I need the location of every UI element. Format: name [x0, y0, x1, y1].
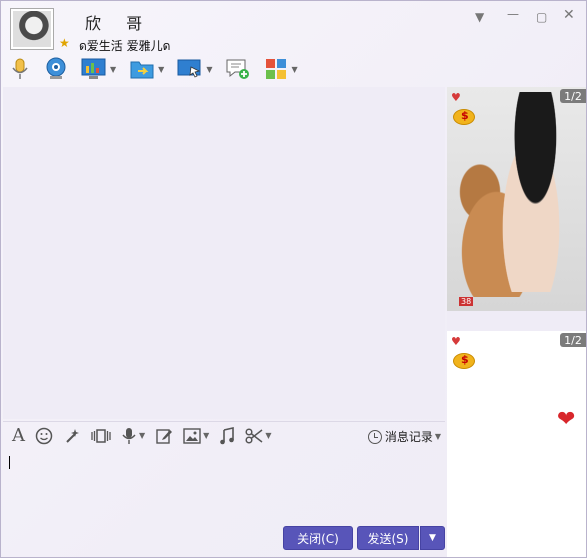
apps-grid-icon	[266, 59, 287, 79]
screenshot-button[interactable]: ▼	[245, 427, 271, 445]
minimize-icon[interactable]: —	[507, 7, 519, 21]
show-page-badge: 1/2	[560, 333, 586, 347]
piggy-bank-icon	[453, 353, 475, 369]
chart-screen-icon	[81, 58, 106, 79]
close-button[interactable]: 关闭(C)	[283, 526, 353, 550]
image-icon	[183, 427, 201, 444]
history-label: 消息记录	[384, 430, 433, 444]
font-button[interactable]: A	[12, 425, 25, 446]
message-history-button[interactable]: 消息记录 ▼	[367, 428, 441, 445]
chevron-down-icon: ▼	[429, 533, 436, 543]
window-dropdown-icon[interactable]: ▼	[475, 10, 484, 24]
voice-call-button[interactable]	[9, 57, 31, 81]
send-button[interactable]: 发送(S)	[357, 526, 419, 550]
screen-share-button[interactable]: ▼	[177, 57, 212, 81]
music-button[interactable]	[219, 426, 235, 445]
chevron-down-icon[interactable]: ▼	[265, 431, 271, 440]
send-file-button[interactable]: ▼	[129, 57, 164, 81]
heart-icon[interactable]: ❤	[557, 407, 575, 432]
photo-person	[487, 92, 575, 292]
send-options-button[interactable]: ▼	[420, 526, 445, 550]
text-caret	[9, 456, 10, 469]
contact-photo[interactable]: 1/2 ♥ 38	[447, 87, 586, 311]
microphone-icon	[12, 58, 28, 79]
contact-profile-panel: 1/2 ♥ 38 1/2 ♥ ❤	[447, 87, 586, 557]
piggy-bank-icon	[453, 109, 475, 125]
contact-signature: ด爱生活 爱雅儿ด	[79, 39, 171, 53]
monitor-icon	[177, 59, 201, 78]
star-icon: ★	[59, 36, 70, 50]
scissors-icon	[245, 427, 263, 444]
photo-page-badge: 1/2	[560, 89, 586, 103]
level-badge: 38	[459, 297, 474, 306]
apps-button[interactable]: ▼	[264, 57, 298, 81]
vip-heart-icon: ♥	[451, 335, 461, 348]
chat-add-icon	[226, 59, 250, 79]
main-toolbar: ▼ ▼ ▼ ▼	[9, 55, 311, 83]
chevron-down-icon[interactable]: ▼	[203, 431, 209, 440]
music-icon	[220, 426, 235, 444]
maximize-icon[interactable]: ▢	[536, 10, 547, 24]
voice-message-button[interactable]: ▼	[121, 427, 145, 445]
clock-icon	[367, 429, 382, 444]
create-discussion-button[interactable]	[225, 57, 251, 81]
chevron-down-icon[interactable]: ▼	[291, 65, 297, 74]
voice-message-icon	[122, 427, 136, 444]
contact-name: 欣 哥	[85, 14, 153, 33]
remote-assist-button[interactable]: ▼	[81, 57, 116, 81]
show-card[interactable]: 1/2 ♥	[447, 331, 586, 557]
magic-wand-icon	[66, 428, 79, 443]
message-history-area[interactable]	[3, 87, 445, 419]
shake-icon	[91, 428, 111, 443]
chat-window: 欣 哥 ★ ด爱生活 爱雅儿ด ▼ — ▢ ✕ ▼ ▼ ▼ ▼ A ▼ ▼ ▼ …	[0, 0, 587, 558]
edit-button[interactable]	[155, 427, 173, 445]
edit-icon	[156, 428, 173, 444]
chevron-down-icon[interactable]: ▼	[139, 431, 145, 440]
contact-avatar[interactable]	[10, 8, 54, 50]
emoji-button[interactable]	[35, 427, 53, 445]
vip-heart-icon: ♥	[451, 91, 461, 104]
folder-arrow-icon	[130, 61, 154, 79]
image-button[interactable]: ▼	[183, 427, 209, 444]
shake-button[interactable]	[91, 427, 111, 445]
video-call-button[interactable]	[44, 57, 68, 81]
input-toolbar: A ▼ ▼ ▼ 消息记录 ▼	[3, 421, 445, 449]
chevron-down-icon[interactable]: ▼	[206, 65, 212, 74]
chevron-down-icon[interactable]: ▼	[158, 65, 164, 74]
close-icon[interactable]: ✕	[563, 7, 575, 23]
message-input[interactable]	[3, 450, 445, 520]
chevron-down-icon[interactable]: ▼	[110, 65, 116, 74]
emoji-icon	[35, 427, 53, 444]
magic-button[interactable]	[63, 427, 81, 445]
webcam-icon	[46, 57, 66, 79]
font-icon: A	[12, 425, 25, 446]
chevron-down-icon: ▼	[434, 432, 441, 441]
panel-divider	[447, 311, 586, 331]
